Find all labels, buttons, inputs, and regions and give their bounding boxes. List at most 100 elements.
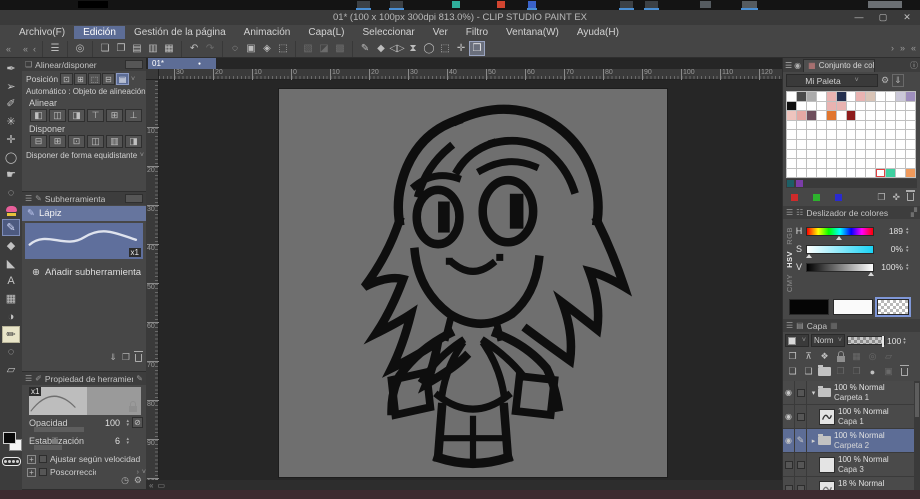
align-option-button[interactable]: ▥ bbox=[106, 135, 123, 148]
foreground-color-swatch[interactable] bbox=[3, 432, 16, 444]
color-gradient-slider[interactable] bbox=[806, 227, 874, 236]
palette-color-cell[interactable] bbox=[787, 169, 796, 178]
layer-row-carpeta-2[interactable]: ◉✎▸100 % NormalCarpeta 2 bbox=[783, 429, 920, 453]
eye-visible-icon[interactable]: ◉ bbox=[783, 381, 795, 404]
palette-color-cell[interactable] bbox=[856, 130, 865, 139]
taskbar-item[interactable] bbox=[528, 1, 536, 8]
decoration-tool[interactable] bbox=[2, 202, 20, 219]
sub-color-swatch[interactable] bbox=[833, 299, 873, 315]
palette-color-cell[interactable] bbox=[856, 102, 865, 111]
palette-color-cell[interactable] bbox=[847, 159, 856, 168]
palette-color-cell[interactable] bbox=[837, 159, 846, 168]
collapse-icon[interactable]: « bbox=[149, 481, 153, 490]
layer-action-icon[interactable]: ❏ bbox=[785, 365, 800, 378]
palette-action-icon[interactable]: ✜ bbox=[892, 192, 900, 203]
collapse-toolbar-icon2[interactable]: « ‹ bbox=[17, 44, 42, 54]
palette-color-cell[interactable] bbox=[837, 92, 846, 101]
move-tool[interactable]: ✛ bbox=[2, 131, 20, 148]
postcorrection-checkbox[interactable] bbox=[39, 468, 47, 476]
toolbar-button-icon[interactable]: ↶ bbox=[186, 41, 202, 56]
palette-color-cell[interactable] bbox=[827, 130, 836, 139]
align-option-button[interactable]: ⊡ bbox=[68, 135, 85, 148]
palette-color-cell[interactable] bbox=[807, 130, 816, 139]
palette-color-cell[interactable] bbox=[866, 169, 875, 178]
brush-stroke-preview[interactable]: x1 bbox=[25, 223, 143, 259]
menu-item-ver[interactable]: Ver bbox=[424, 26, 457, 39]
palette-color-cell[interactable] bbox=[886, 102, 895, 111]
spinner-icon[interactable]: ▴▾ bbox=[906, 263, 909, 271]
toolbar-button-icon[interactable]: ▤ bbox=[129, 41, 145, 56]
palette-color-cell[interactable] bbox=[896, 159, 905, 168]
taskbar-item[interactable] bbox=[868, 1, 902, 8]
recent-color-swatch[interactable] bbox=[787, 180, 794, 187]
palette-color-cell[interactable] bbox=[797, 159, 806, 168]
palette-color-cell[interactable] bbox=[817, 92, 826, 101]
menu-item-ventana-w-[interactable]: Ventana(W) bbox=[497, 26, 568, 39]
rgb-mini-swatch[interactable] bbox=[791, 194, 798, 201]
palette-color-cell[interactable] bbox=[866, 92, 875, 101]
palette-color-cell[interactable] bbox=[807, 140, 816, 149]
palette-color-cell[interactable] bbox=[856, 121, 865, 130]
rgb-mini-swatch[interactable] bbox=[813, 194, 820, 201]
palette-color-cell[interactable] bbox=[787, 140, 796, 149]
palette-color-cell[interactable] bbox=[847, 102, 856, 111]
no-opacity-button[interactable]: ⊘ bbox=[132, 417, 143, 428]
layer-scrollbar[interactable] bbox=[914, 381, 920, 499]
spinner-icon[interactable]: ▴▾ bbox=[906, 227, 909, 235]
palette-color-cell[interactable] bbox=[856, 159, 865, 168]
layer-action-icon[interactable]: ▣ bbox=[881, 365, 896, 378]
palette-color-cell[interactable] bbox=[817, 130, 826, 139]
align-option-button[interactable]: ◧ bbox=[30, 109, 47, 122]
palette-color-cell[interactable] bbox=[906, 159, 915, 168]
palette-color-cell[interactable] bbox=[827, 150, 836, 159]
taskbar-item[interactable] bbox=[620, 1, 633, 8]
layer-thumbnail[interactable] bbox=[819, 457, 835, 473]
palette-color-cell[interactable] bbox=[787, 102, 796, 111]
wand-tool[interactable]: ✳ bbox=[2, 113, 20, 130]
palette-color-cell[interactable] bbox=[876, 121, 885, 130]
palette-color-cell[interactable] bbox=[866, 150, 875, 159]
collapse-toolbar-icon[interactable]: « bbox=[0, 44, 17, 54]
spinner-icon[interactable]: ▴▾ bbox=[906, 245, 909, 253]
color-model-tab-hsv[interactable]: HSV bbox=[785, 248, 794, 271]
palette-action-icon[interactable]: ❐ bbox=[877, 192, 885, 203]
polyline-tool[interactable]: ▱ bbox=[2, 361, 20, 378]
toolbar-button-icon[interactable]: ✛ bbox=[453, 41, 469, 56]
palette-color-cell[interactable] bbox=[896, 140, 905, 149]
layer-action-icon[interactable] bbox=[897, 365, 912, 378]
palette-color-cell[interactable] bbox=[817, 150, 826, 159]
toolbar-button-icon[interactable]: ⧗ bbox=[405, 41, 421, 56]
layer-setting-icon[interactable]: ▱ bbox=[881, 350, 896, 363]
import-palette-icon[interactable]: ⇓ bbox=[892, 74, 904, 87]
toolbar-button-icon[interactable]: ☰ bbox=[47, 41, 63, 56]
hamburger-icon[interactable]: ☰ bbox=[786, 321, 793, 330]
color-slider-header[interactable]: ☰ ☷ Deslizador de colores ▞ bbox=[783, 206, 920, 219]
palette-color-cell[interactable] bbox=[866, 140, 875, 149]
add-subtool-button[interactable]: ⊕ Añadir subherramienta bbox=[22, 259, 146, 278]
palette-color-cell[interactable] bbox=[876, 169, 885, 178]
hamburger-icon[interactable]: ☰ bbox=[786, 208, 793, 217]
hamburger-icon[interactable]: ☰ bbox=[25, 194, 32, 203]
palette-color-cell[interactable] bbox=[787, 159, 796, 168]
palette-color-cell[interactable] bbox=[837, 111, 846, 120]
align-option-button[interactable]: ⊟ bbox=[30, 135, 47, 148]
palette-color-cell[interactable] bbox=[896, 169, 905, 178]
layer-setting-icon[interactable]: ⊼ bbox=[801, 350, 816, 363]
subtool-item-lapiz[interactable]: ✎ Lápiz bbox=[22, 206, 146, 221]
palette-color-cell[interactable] bbox=[787, 92, 796, 101]
pencil-tool[interactable]: ✎ bbox=[2, 219, 20, 236]
menu-item-seleccionar[interactable]: Seleccionar bbox=[354, 26, 424, 39]
gradient-tool[interactable]: ◣ bbox=[2, 255, 20, 272]
palette-color-cell[interactable] bbox=[797, 121, 806, 130]
expand-plus-icon[interactable]: + bbox=[27, 468, 36, 477]
chevron-down-icon[interactable]: ˅ bbox=[140, 152, 144, 159]
hand-tool[interactable]: ☛ bbox=[2, 166, 20, 183]
color-gradient-slider[interactable] bbox=[806, 245, 874, 254]
palette-color-cell[interactable] bbox=[807, 169, 816, 178]
align-option-button[interactable]: ⬚ bbox=[88, 73, 101, 85]
color-mode-pill[interactable] bbox=[2, 457, 21, 466]
chevron-down-icon[interactable]: ▾ bbox=[809, 389, 818, 397]
rgb-mini-swatch[interactable] bbox=[835, 194, 842, 201]
palette-color-cell[interactable] bbox=[817, 169, 826, 178]
toolbar-collapse-icon[interactable]: « bbox=[911, 43, 916, 53]
